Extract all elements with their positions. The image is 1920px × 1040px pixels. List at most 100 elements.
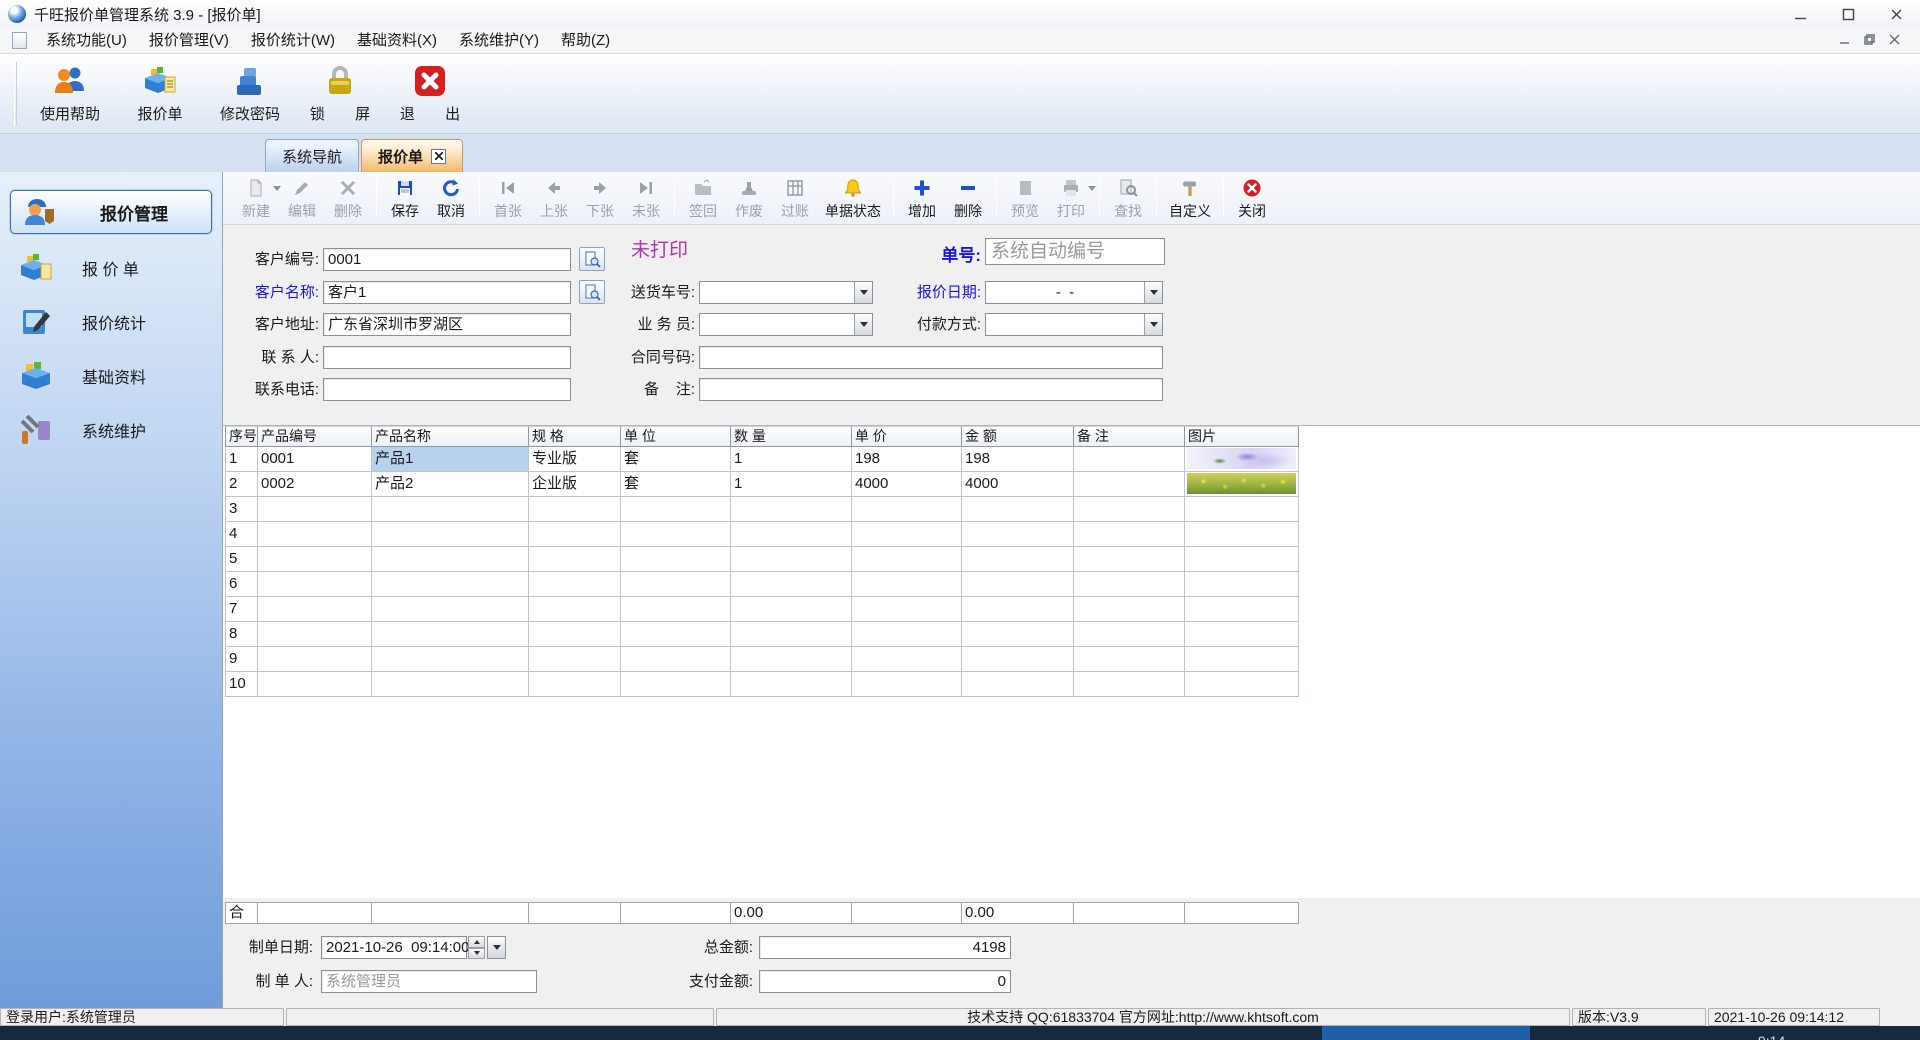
edit-button[interactable]: 编辑 bbox=[279, 174, 325, 222]
cell-image[interactable] bbox=[1185, 472, 1299, 497]
cell-seq[interactable]: 9 bbox=[225, 647, 258, 672]
cell-code[interactable] bbox=[258, 572, 372, 597]
cell-image[interactable] bbox=[1185, 647, 1299, 672]
cell-qty[interactable]: 1 bbox=[731, 447, 852, 472]
menu-quote-management[interactable]: 报价管理(V) bbox=[138, 29, 240, 53]
customer-code-input[interactable]: 0001 bbox=[323, 248, 571, 271]
cell-qty[interactable] bbox=[731, 547, 852, 572]
void-button[interactable]: 作废 bbox=[726, 174, 772, 222]
cell-qty[interactable] bbox=[731, 522, 852, 547]
cell-remark[interactable] bbox=[1074, 472, 1185, 497]
cell-unit[interactable] bbox=[621, 547, 731, 572]
column-header-amount[interactable]: 金 额 bbox=[962, 426, 1074, 447]
column-header-image[interactable]: 图片 bbox=[1185, 426, 1299, 447]
maximize-button[interactable] bbox=[1824, 0, 1872, 28]
cell-amount[interactable] bbox=[962, 497, 1074, 522]
customer-address-input[interactable]: 广东省深圳市罗湖区 bbox=[323, 313, 571, 336]
column-header-name[interactable]: 产品名称 bbox=[372, 426, 529, 447]
cell-seq[interactable]: 6 bbox=[225, 572, 258, 597]
payment-method-combo[interactable] bbox=[985, 313, 1163, 336]
cell-spec[interactable]: 企业版 bbox=[529, 472, 621, 497]
taskbar-active-app[interactable] bbox=[1322, 1026, 1530, 1040]
cell-remark[interactable] bbox=[1074, 522, 1185, 547]
cell-amount[interactable]: 198 bbox=[962, 447, 1074, 472]
find-button[interactable]: 查找 bbox=[1105, 174, 1151, 222]
cell-price[interactable] bbox=[852, 522, 962, 547]
lock-screen-button[interactable]: 锁 屏 bbox=[295, 58, 385, 130]
cell-amount[interactable] bbox=[962, 572, 1074, 597]
cell-unit[interactable] bbox=[621, 572, 731, 597]
cell-remark[interactable] bbox=[1074, 572, 1185, 597]
sidebar-item-quote-statistics[interactable]: 报价统计 bbox=[6, 302, 216, 342]
minimize-button[interactable] bbox=[1776, 0, 1824, 28]
spin-up-button[interactable] bbox=[468, 936, 485, 948]
cell-unit[interactable] bbox=[621, 622, 731, 647]
cell-qty[interactable] bbox=[731, 647, 852, 672]
sign-back-button[interactable]: 签回 bbox=[680, 174, 726, 222]
cell-code[interactable] bbox=[258, 522, 372, 547]
exit-button[interactable]: 退 出 bbox=[385, 58, 475, 130]
dropdown-button[interactable] bbox=[854, 282, 872, 303]
cell-image[interactable] bbox=[1185, 572, 1299, 597]
column-header-price[interactable]: 单 价 bbox=[852, 426, 962, 447]
total-amount-input[interactable]: 4198 bbox=[759, 936, 1011, 959]
cell-spec[interactable] bbox=[529, 622, 621, 647]
column-header-seq[interactable]: 序号 bbox=[225, 426, 258, 447]
customer-name-input[interactable]: 客户1 bbox=[323, 281, 571, 304]
sidebar-item-quote-management[interactable]: 报价管理 bbox=[10, 190, 212, 234]
cell-unit[interactable] bbox=[621, 597, 731, 622]
cell-name[interactable] bbox=[372, 597, 529, 622]
cell-price[interactable] bbox=[852, 622, 962, 647]
cell-spec[interactable] bbox=[529, 522, 621, 547]
cell-code[interactable]: 0002 bbox=[258, 472, 372, 497]
cell-qty[interactable] bbox=[731, 572, 852, 597]
cell-seq[interactable]: 3 bbox=[225, 497, 258, 522]
first-record-button[interactable]: 首张 bbox=[485, 174, 531, 222]
cell-qty[interactable]: 1 bbox=[731, 472, 852, 497]
cell-price[interactable] bbox=[852, 597, 962, 622]
contact-input[interactable] bbox=[323, 346, 571, 369]
cell-image[interactable] bbox=[1185, 547, 1299, 572]
cell-seq[interactable]: 10 bbox=[225, 672, 258, 697]
menu-base-data[interactable]: 基础资料(X) bbox=[346, 29, 448, 53]
cell-name[interactable] bbox=[372, 647, 529, 672]
cell-remark[interactable] bbox=[1074, 647, 1185, 672]
cell-code[interactable] bbox=[258, 547, 372, 572]
cell-remark[interactable] bbox=[1074, 447, 1185, 472]
date-dropdown-button[interactable] bbox=[487, 936, 506, 959]
contract-no-input[interactable] bbox=[699, 346, 1163, 369]
cell-remark[interactable] bbox=[1074, 597, 1185, 622]
cell-amount[interactable]: 4000 bbox=[962, 472, 1074, 497]
post-button[interactable]: 过账 bbox=[772, 174, 818, 222]
dropdown-button[interactable] bbox=[1144, 282, 1162, 303]
tab-close-button[interactable] bbox=[431, 148, 447, 164]
cell-seq[interactable]: 5 bbox=[225, 547, 258, 572]
cell-price[interactable] bbox=[852, 647, 962, 672]
help-button[interactable]: 使用帮助 bbox=[25, 58, 115, 130]
cell-price[interactable] bbox=[852, 547, 962, 572]
prev-record-button[interactable]: 上张 bbox=[531, 174, 577, 222]
cell-spec[interactable] bbox=[529, 497, 621, 522]
column-header-code[interactable]: 产品编号 bbox=[258, 426, 372, 447]
cell-qty[interactable] bbox=[731, 672, 852, 697]
menu-system-functions[interactable]: 系统功能(U) bbox=[35, 29, 138, 53]
tab-system-navigation[interactable]: 系统导航 bbox=[265, 139, 360, 172]
column-header-qty[interactable]: 数 量 bbox=[731, 426, 852, 447]
close-button[interactable] bbox=[1872, 0, 1920, 28]
cell-qty[interactable] bbox=[731, 497, 852, 522]
cell-seq[interactable]: 7 bbox=[225, 597, 258, 622]
cell-spec[interactable] bbox=[529, 647, 621, 672]
bill-no-input[interactable]: 系统自动编号 bbox=[985, 238, 1165, 265]
cell-name[interactable] bbox=[372, 572, 529, 597]
print-dropdown-caret-icon[interactable] bbox=[1088, 186, 1096, 191]
make-date-input[interactable]: 2021-10-26 09:14:00 bbox=[321, 936, 469, 959]
sidebar-item-system-maintenance[interactable]: 系统维护 bbox=[6, 410, 216, 450]
cell-image[interactable] bbox=[1185, 497, 1299, 522]
cell-spec[interactable] bbox=[529, 672, 621, 697]
cancel-button[interactable]: 取消 bbox=[428, 174, 474, 222]
menu-quote-statistics[interactable]: 报价统计(W) bbox=[240, 29, 346, 53]
cell-name[interactable]: 产品2 bbox=[372, 472, 529, 497]
cell-spec[interactable] bbox=[529, 547, 621, 572]
cell-price[interactable] bbox=[852, 672, 962, 697]
cell-price[interactable] bbox=[852, 497, 962, 522]
